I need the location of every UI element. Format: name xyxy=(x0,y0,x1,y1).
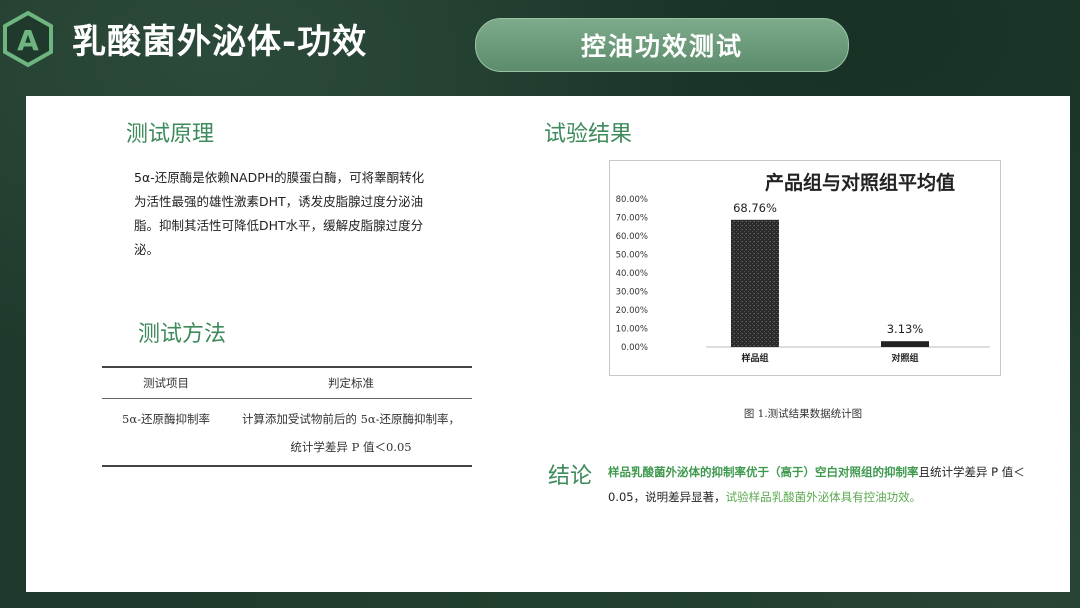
chart-title: 产品组与对照组平均值 xyxy=(765,171,955,194)
y-tick-label: 50.00% xyxy=(616,251,648,261)
method-heading: 测试方法 xyxy=(138,322,227,347)
table-header-row: 测试项目 判定标准 xyxy=(102,368,472,398)
x-tick-label: 对照组 xyxy=(891,352,918,364)
svg-text:A: A xyxy=(17,24,39,57)
chart-caption: 图 1.测试结果数据统计图 xyxy=(743,408,863,420)
bar-value-label: 3.13% xyxy=(887,322,924,336)
table-rule-bottom xyxy=(102,465,472,467)
principle-heading: 测试原理 xyxy=(126,122,215,147)
table-header-cell: 测试项目 xyxy=(143,376,189,390)
table-cell: 5α-还原酶抑制率 xyxy=(122,412,210,426)
bar-control xyxy=(881,341,929,347)
y-tick-label: 20.00% xyxy=(616,306,648,316)
content-card: 测试原理 5α-还原酶是依赖NADPH的膜蛋白酶，可将睾酮转化为活性最强的雄性激… xyxy=(26,96,1070,592)
y-tick-label: 30.00% xyxy=(616,288,648,298)
section-pill-button[interactable]: 控油功效测试 xyxy=(475,18,849,72)
conclusion-text: 样品乳酸菌外泌体的抑制率优于（高于）空白对照组的抑制率且统计学差异 P 值＜0.… xyxy=(608,460,1038,510)
results-heading: 试验结果 xyxy=(544,122,633,147)
y-tick-label: 60.00% xyxy=(616,232,648,242)
y-tick-label: 0.00% xyxy=(621,343,648,353)
y-tick-label: 70.00% xyxy=(616,214,648,224)
brand-logo-icon: A xyxy=(3,10,53,68)
conclusion-label: 结论 xyxy=(548,464,593,489)
conclusion-part1: 样品乳酸菌外泌体的抑制率优于（高于）空白对照组的抑制率 xyxy=(608,465,919,479)
y-tick-label: 10.00% xyxy=(616,325,648,335)
bar-value-label: 68.76% xyxy=(733,201,777,215)
table-row: 5α-还原酶抑制率 计算添加受试物前后的 5α-还原酶抑制率，统计学差异 P 值… xyxy=(102,399,472,465)
conclusion-part3: 试验样品乳酸菌外泌体具有控油功效。 xyxy=(725,490,922,504)
section-pill-label: 控油功效测试 xyxy=(580,32,743,61)
method-table: 测试项目 判定标准 5α-还原酶抑制率 计算添加受试物前后的 5α-还原酶抑制率… xyxy=(102,366,472,467)
x-tick-label: 样品组 xyxy=(741,352,768,364)
page-title: 乳酸菌外泌体-功效 xyxy=(72,22,368,62)
bar-sample xyxy=(731,219,779,347)
results-chart: 产品组与对照组平均值 0.00% 10.00% 20.00% 30.00% 40.00%… xyxy=(609,160,1001,376)
table-header-cell: 判定标准 xyxy=(328,376,374,390)
chart-svg: 产品组与对照组平均值 0.00% 10.00% 20.00% 30.00% 40.00%… xyxy=(616,171,990,364)
y-tick-label: 40.00% xyxy=(616,269,648,279)
y-tick-label: 80.00% xyxy=(616,195,648,205)
principle-text: 5α-还原酶是依赖NADPH的膜蛋白酶，可将睾酮转化为活性最强的雄性激素DHT，… xyxy=(134,170,425,257)
table-cell: 计算添加受试物前后的 5α-还原酶抑制率，统计学差异 P 值＜0.05 xyxy=(241,412,461,454)
